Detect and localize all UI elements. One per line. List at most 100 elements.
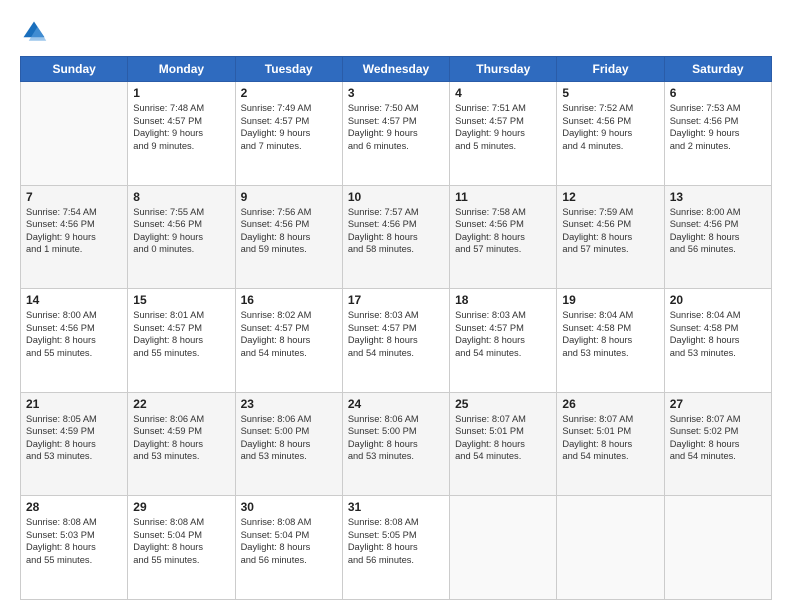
day-number: 3 [348, 86, 444, 100]
weekday-header-friday: Friday [557, 57, 664, 82]
cell-text: Daylight: 9 hours [26, 231, 122, 244]
cell-text: Sunrise: 8:08 AM [348, 516, 444, 529]
cell-text: Sunset: 4:56 PM [455, 218, 551, 231]
cell-text: Daylight: 8 hours [455, 231, 551, 244]
cell-text: Sunset: 4:57 PM [241, 115, 337, 128]
day-number: 17 [348, 293, 444, 307]
cell-text: Sunrise: 8:08 AM [26, 516, 122, 529]
cell-text: and 53 minutes. [348, 450, 444, 463]
calendar-cell: 5Sunrise: 7:52 AMSunset: 4:56 PMDaylight… [557, 82, 664, 186]
cell-text: Sunset: 5:00 PM [348, 425, 444, 438]
cell-text: Sunset: 4:57 PM [348, 115, 444, 128]
week-row-1: 1Sunrise: 7:48 AMSunset: 4:57 PMDaylight… [21, 82, 772, 186]
cell-text: and 54 minutes. [348, 347, 444, 360]
weekday-header-thursday: Thursday [450, 57, 557, 82]
cell-text: Sunrise: 8:06 AM [348, 413, 444, 426]
day-number: 14 [26, 293, 122, 307]
cell-text: Sunrise: 8:08 AM [241, 516, 337, 529]
cell-text: and 53 minutes. [670, 347, 766, 360]
day-number: 12 [562, 190, 658, 204]
cell-text: Sunrise: 8:07 AM [670, 413, 766, 426]
cell-text: Daylight: 8 hours [670, 231, 766, 244]
day-number: 30 [241, 500, 337, 514]
header [20, 18, 772, 46]
day-number: 2 [241, 86, 337, 100]
calendar-cell: 29Sunrise: 8:08 AMSunset: 5:04 PMDayligh… [128, 496, 235, 600]
cell-text: Daylight: 8 hours [241, 334, 337, 347]
day-number: 25 [455, 397, 551, 411]
calendar-cell: 11Sunrise: 7:58 AMSunset: 4:56 PMDayligh… [450, 185, 557, 289]
cell-text: and 0 minutes. [133, 243, 229, 256]
calendar-cell: 28 Sunrise: 8:08 AMSunset: 5:03 PMDayligh… [21, 496, 128, 600]
cell-text: Sunset: 5:04 PM [241, 529, 337, 542]
cell-text: Sunset: 4:57 PM [348, 322, 444, 335]
cell-text: Daylight: 8 hours [348, 231, 444, 244]
cell-text: and 1 minute. [26, 243, 122, 256]
cell-text: and 54 minutes. [670, 450, 766, 463]
cell-text: Daylight: 8 hours [241, 231, 337, 244]
day-number: 22 [133, 397, 229, 411]
cell-text: Daylight: 8 hours [133, 438, 229, 451]
cell-text: Sunset: 4:56 PM [562, 218, 658, 231]
weekday-header-wednesday: Wednesday [342, 57, 449, 82]
cell-text: and 4 minutes. [562, 140, 658, 153]
calendar-cell: 8Sunrise: 7:55 AMSunset: 4:56 PMDaylight… [128, 185, 235, 289]
calendar-cell: 10Sunrise: 7:57 AMSunset: 4:56 PMDayligh… [342, 185, 449, 289]
day-number: 29 [133, 500, 229, 514]
cell-text: Daylight: 8 hours [26, 541, 122, 554]
cell-text: Sunrise: 8:07 AM [455, 413, 551, 426]
cell-text: Sunset: 4:57 PM [241, 322, 337, 335]
cell-text: and 59 minutes. [241, 243, 337, 256]
cell-text: Sunset: 5:02 PM [670, 425, 766, 438]
cell-text: Sunset: 5:04 PM [133, 529, 229, 542]
cell-text: Daylight: 8 hours [562, 438, 658, 451]
cell-text: Sunrise: 8:06 AM [133, 413, 229, 426]
weekday-header-saturday: Saturday [664, 57, 771, 82]
cell-text: Sunrise: 8:06 AM [241, 413, 337, 426]
cell-text: and 56 minutes. [670, 243, 766, 256]
cell-text: Sunset: 4:56 PM [670, 218, 766, 231]
logo-icon [20, 18, 48, 46]
calendar-cell: 31Sunrise: 8:08 AMSunset: 5:05 PMDayligh… [342, 496, 449, 600]
day-number: 23 [241, 397, 337, 411]
cell-text: Sunrise: 8:04 AM [562, 309, 658, 322]
calendar-cell: 6Sunrise: 7:53 AMSunset: 4:56 PMDaylight… [664, 82, 771, 186]
cell-text: Sunrise: 8:03 AM [348, 309, 444, 322]
cell-text: Sunrise: 7:48 AM [133, 102, 229, 115]
cell-text: Sunrise: 8:00 AM [670, 206, 766, 219]
calendar-cell: 30Sunrise: 8:08 AMSunset: 5:04 PMDayligh… [235, 496, 342, 600]
cell-text: Sunrise: 7:54 AM [26, 206, 122, 219]
cell-text: Daylight: 8 hours [562, 334, 658, 347]
cell-text: Sunset: 4:57 PM [133, 322, 229, 335]
calendar-cell: 23Sunrise: 8:06 AMSunset: 5:00 PMDayligh… [235, 392, 342, 496]
cell-text: Daylight: 8 hours [348, 541, 444, 554]
cell-text: Sunset: 5:03 PM [26, 529, 122, 542]
calendar-cell: 25Sunrise: 8:07 AMSunset: 5:01 PMDayligh… [450, 392, 557, 496]
weekday-header-tuesday: Tuesday [235, 57, 342, 82]
day-number: 1 [133, 86, 229, 100]
calendar-cell [557, 496, 664, 600]
cell-text: Sunset: 5:01 PM [455, 425, 551, 438]
day-number: 10 [348, 190, 444, 204]
cell-text: and 9 minutes. [133, 140, 229, 153]
cell-text: and 54 minutes. [562, 450, 658, 463]
day-number: 18 [455, 293, 551, 307]
cell-text: Daylight: 8 hours [133, 541, 229, 554]
calendar-cell [664, 496, 771, 600]
cell-text: Sunset: 4:56 PM [26, 218, 122, 231]
cell-text: Daylight: 8 hours [455, 334, 551, 347]
calendar-cell: 18Sunrise: 8:03 AMSunset: 4:57 PMDayligh… [450, 289, 557, 393]
weekday-header-row: SundayMondayTuesdayWednesdayThursdayFrid… [21, 57, 772, 82]
day-number: 19 [562, 293, 658, 307]
calendar-cell: 7Sunrise: 7:54 AMSunset: 4:56 PMDaylight… [21, 185, 128, 289]
cell-text: Sunset: 4:56 PM [241, 218, 337, 231]
cell-text: and 6 minutes. [348, 140, 444, 153]
cell-text: and 53 minutes. [26, 450, 122, 463]
cell-text: and 56 minutes. [348, 554, 444, 567]
cell-text: Sunrise: 7:56 AM [241, 206, 337, 219]
cell-text: Sunset: 4:58 PM [562, 322, 658, 335]
day-number: 28 [26, 500, 122, 514]
cell-text: Sunrise: 8:05 AM [26, 413, 122, 426]
cell-text: and 2 minutes. [670, 140, 766, 153]
day-number: 27 [670, 397, 766, 411]
